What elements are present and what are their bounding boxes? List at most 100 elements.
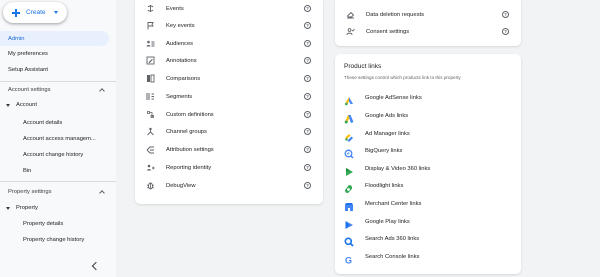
product-link-google-ads[interactable]: Google Ads links: [335, 107, 521, 124]
google-play-icon: [344, 217, 354, 229]
help-icon[interactable]: ?: [304, 57, 311, 64]
product-link-adsense[interactable]: Google AdSense links: [335, 89, 521, 106]
google-ads-icon: [344, 111, 354, 123]
svg-text:G: G: [345, 255, 352, 265]
create-button[interactable]: Create: [3, 2, 67, 23]
sidebar-item-account-change-history[interactable]: Account change history: [23, 149, 83, 161]
product-link-label: Search Ads 360 links: [365, 235, 420, 242]
chevron-up-icon: [99, 190, 105, 196]
product-link-search-console[interactable]: G Search Console links: [335, 248, 521, 266]
custom-definitions-icon: [146, 110, 155, 119]
attribution-icon: [146, 145, 155, 154]
debug-icon: [146, 181, 155, 190]
eraser-icon: [346, 10, 355, 19]
sidebar-item-label: Property change history: [23, 237, 85, 243]
nav-my-preferences-label: My preferences: [8, 50, 48, 57]
data-display-row-audiences[interactable]: Audiences ?: [135, 35, 323, 52]
bigquery-icon: [344, 146, 354, 159]
data-display-row-attribution-settings[interactable]: Attribution settings ?: [135, 141, 323, 158]
sidebar-item-property-details[interactable]: Property details: [23, 218, 63, 230]
collapse-sidebar-icon[interactable]: [91, 261, 101, 271]
help-icon[interactable]: ?: [304, 182, 311, 189]
data-display-row-comparisons[interactable]: Comparisons ?: [135, 70, 323, 87]
product-link-dv360[interactable]: Display & Video 360 links: [335, 160, 521, 177]
product-link-label: Search Console links: [365, 253, 420, 260]
help-icon[interactable]: ?: [304, 93, 311, 100]
product-link-label: Display & Video 360 links: [365, 165, 431, 172]
sidebar-item-account-access-management[interactable]: Account access managem...: [23, 133, 96, 145]
data-display-label: DebugView: [166, 182, 196, 189]
product-link-ad-manager[interactable]: Ad Manager links: [335, 125, 521, 142]
data-display-row-annotations[interactable]: Annotations ?: [135, 52, 323, 69]
nav-my-preferences[interactable]: My preferences: [0, 46, 48, 61]
data-display-label: Annotations: [166, 57, 197, 64]
help-icon[interactable]: ?: [304, 111, 311, 118]
account-tree-label: Account: [16, 102, 37, 108]
account-settings-header[interactable]: Account settings: [8, 84, 105, 96]
admin-sidebar: Create Admin My preferences Setup Assist…: [0, 0, 116, 277]
data-settings-card: Data deletion requests ? Consent setting…: [335, 0, 521, 46]
triangle-down-icon: [6, 103, 10, 107]
property-settings-heading: Property settings: [8, 189, 52, 195]
help-icon[interactable]: ?: [502, 28, 509, 35]
sidebar-item-bin[interactable]: Bin: [23, 165, 31, 177]
help-icon[interactable]: ?: [304, 146, 311, 153]
data-display-label: Events: [166, 5, 184, 12]
plus-icon: [12, 8, 20, 17]
help-icon[interactable]: ?: [304, 164, 311, 171]
product-link-search-ads-360[interactable]: Search Ads 360 links: [335, 230, 521, 247]
data-display-row-debugview[interactable]: DebugView ?: [135, 177, 323, 194]
product-link-label: Google Ads links: [365, 112, 409, 119]
data-display-row-events[interactable]: Events ?: [135, 0, 323, 17]
chevron-up-icon: [99, 88, 105, 94]
ad-manager-icon: [344, 129, 354, 142]
sidebar-item-property-change-history[interactable]: Property change history: [23, 234, 84, 246]
product-link-google-play[interactable]: Google Play links: [335, 213, 521, 230]
sidebar-item-account-details[interactable]: Account details: [23, 117, 62, 129]
search-console-icon: G: [344, 252, 354, 265]
search-ads-360-icon: [344, 234, 354, 247]
merchant-center-icon: [344, 199, 354, 211]
data-display-row-channel-groups[interactable]: Channel groups ?: [135, 123, 323, 140]
data-display-label: Comparisons: [166, 75, 201, 82]
property-settings-header[interactable]: Property settings: [8, 186, 105, 198]
product-links-subtitle: These settings control which products li…: [344, 75, 461, 80]
create-button-label: Create: [26, 9, 46, 16]
events-icon: [146, 4, 155, 13]
reporting-identity-icon: [146, 163, 155, 172]
nav-admin-label: Admin: [8, 35, 25, 42]
help-icon[interactable]: ?: [304, 128, 311, 135]
sidebar-item-label: Bin: [23, 168, 32, 174]
triangle-down-icon: [6, 206, 10, 210]
help-icon[interactable]: ?: [304, 75, 311, 82]
help-icon[interactable]: ?: [304, 22, 311, 29]
product-link-bigquery[interactable]: BigQuery links: [335, 142, 521, 159]
sidebar-divider: [0, 181, 116, 182]
sidebar-item-label: Account details: [23, 120, 63, 126]
floodlight-icon: [344, 181, 354, 193]
product-link-floodlight[interactable]: Floodlight links: [335, 177, 521, 194]
help-icon[interactable]: ?: [304, 5, 311, 12]
data-settings-row-consent[interactable]: Consent settings ?: [335, 23, 521, 40]
data-display-row-segments[interactable]: Segments ?: [135, 88, 323, 105]
help-icon[interactable]: ?: [502, 11, 509, 18]
consent-icon: [346, 27, 355, 36]
nav-setup-assistant[interactable]: Setup Assistant: [0, 62, 48, 77]
segments-icon: [146, 92, 155, 101]
nav-setup-assistant-label: Setup Assistant: [8, 66, 48, 73]
data-display-row-custom-definitions[interactable]: Custom definitions ?: [135, 106, 323, 123]
data-display-row-reporting-identity[interactable]: Reporting identity ?: [135, 159, 323, 176]
data-settings-row-data-deletion[interactable]: Data deletion requests ?: [335, 6, 521, 23]
help-icon[interactable]: ?: [304, 40, 311, 47]
account-tree-toggle[interactable]: Account: [6, 99, 37, 111]
channel-groups-icon: [146, 127, 155, 136]
property-tree-label: Property: [16, 205, 38, 211]
comparisons-icon: [146, 74, 155, 83]
product-link-merchant-center[interactable]: Merchant Center links: [335, 195, 521, 212]
nav-admin[interactable]: Admin: [0, 31, 109, 46]
product-link-label: Google AdSense links: [365, 94, 422, 101]
product-links-title: Product links: [344, 63, 382, 70]
sidebar-item-label: Account access managem...: [23, 136, 96, 142]
data-display-row-key-events[interactable]: Key events ?: [135, 17, 323, 34]
property-tree-toggle[interactable]: Property: [6, 202, 38, 214]
